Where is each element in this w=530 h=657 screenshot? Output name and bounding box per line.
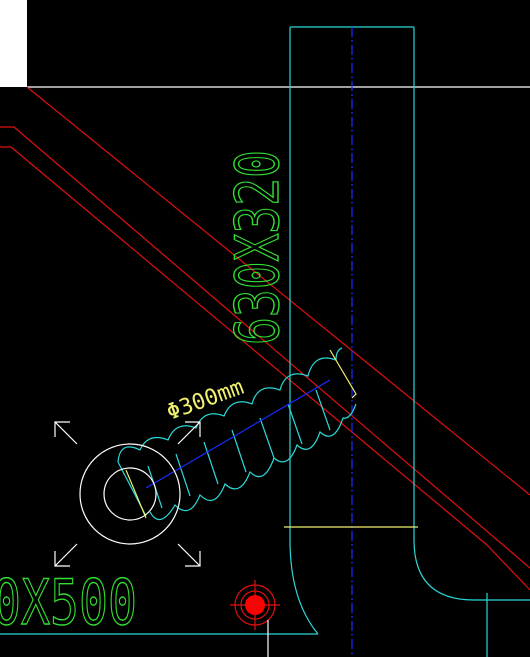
target-marker-icon[interactable]	[230, 580, 280, 630]
diffuser-connector	[125, 469, 147, 519]
cad-drawing-canvas[interactable]: 630X320 0X500 Φ300mm	[0, 0, 530, 657]
flex-duct-diameter-label: Φ300mm	[164, 375, 248, 426]
diffuser-symbol	[79, 443, 181, 545]
duct-size-label: 630X320	[223, 150, 293, 345]
duct-size-label-partial: 0X500	[0, 566, 137, 639]
flexible-duct	[117, 347, 357, 521]
